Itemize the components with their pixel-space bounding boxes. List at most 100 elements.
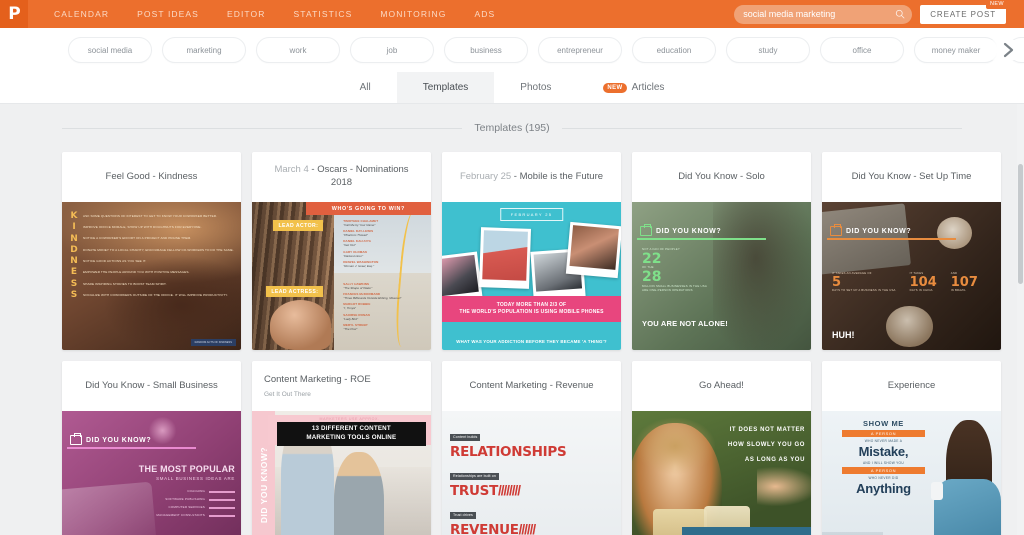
- polaroid-photo: [478, 227, 532, 289]
- card-thumbnail-oscars: WHO'S GOING TO WIN? LEAD ACTOR: LEAD ACT…: [252, 202, 431, 350]
- divider-right: [561, 127, 963, 129]
- create-post-label: CREATE POST: [930, 9, 996, 19]
- roe-side-text: DID YOU KNOW?: [258, 446, 269, 524]
- nominee: SALLY HAWKINS "The Shape of Water": [343, 282, 401, 290]
- nominee-film: "I, Tonya": [343, 306, 356, 311]
- card-title: Did You Know - Small Business: [85, 379, 218, 391]
- oscars-actress-list: SALLY HAWKINS "The Shape of Water" FRANC…: [343, 282, 401, 333]
- card-title: March 4 - Oscars - Nominations 2018: [264, 164, 419, 190]
- template-card[interactable]: February 25 - Mobile is the Future FEBRU…: [442, 152, 621, 350]
- mobile-headline-line1: TODAY MORE THAN 2/3 OF: [496, 301, 567, 308]
- acrostic-text: EMPOWER THE PEOPLE AROUND YOU WITH POSIT…: [83, 270, 190, 275]
- stat-number: 28: [642, 269, 662, 286]
- card-title: Content Marketing - Revenue: [469, 379, 594, 391]
- stat-suffix: MILLION SMALL BUSINESSES IN THE USA ARE …: [642, 283, 707, 292]
- nav-item-calendar[interactable]: CALENDAR: [40, 9, 123, 19]
- nav-item-post-ideas[interactable]: POST IDEAS: [123, 9, 213, 19]
- scrollbar-thumb[interactable]: [1018, 164, 1023, 284]
- roe-band-top-text: MARKETERS USE APPROX.: [319, 417, 380, 421]
- card-header: March 4 - Oscars - Nominations 2018: [252, 152, 431, 202]
- template-card[interactable]: Did You Know - Set Up Time DID YOU KNOW?…: [822, 152, 1001, 350]
- template-card[interactable]: Feel Good - Kindness K ASK SOME QUESTION…: [62, 152, 241, 350]
- tag-chip-entrepreneur[interactable]: entrepreneur: [538, 37, 622, 63]
- tag-chip-track[interactable]: social media marketing work job business…: [14, 37, 1024, 63]
- tag-chip-social-media[interactable]: social media: [68, 37, 152, 63]
- template-card[interactable]: Did You Know - Solo DID YOU KNOW? NOT A …: [632, 152, 811, 350]
- template-card[interactable]: Experience SHOW ME A PERSON WHO NEVER MA…: [822, 361, 1001, 535]
- card-header: Content Marketing - Revenue: [442, 361, 621, 411]
- template-card[interactable]: Content Marketing - Revenue Content buil…: [442, 361, 621, 535]
- create-post-button[interactable]: CREATE POST NEW: [920, 0, 1008, 24]
- nav-item-statistics[interactable]: STATISTICS: [280, 9, 367, 19]
- acrostic-letter: I: [72, 222, 76, 233]
- tag-chip-work[interactable]: work: [256, 37, 340, 63]
- roe-headline-line2: MARKETING TOOLS ONLINE: [306, 433, 397, 441]
- template-card[interactable]: Go Ahead! IT DOES NOT MATTER HOW SLOWLY …: [632, 361, 811, 535]
- tab-photos[interactable]: Photos: [494, 72, 577, 103]
- stat-column: AND 107 IN BRAZIL: [951, 271, 978, 292]
- card-title: Did You Know - Solo: [678, 170, 765, 182]
- quote-highlight-2: A PERSON: [842, 466, 925, 474]
- acrostic-letter: S: [70, 278, 78, 289]
- nominee: FRANCES McDORMAND "Three Billboards Outs…: [343, 292, 401, 300]
- nav-item-editor[interactable]: EDITOR: [213, 9, 280, 19]
- nominee-film: "Get Out": [343, 243, 356, 248]
- vertical-scrollbar[interactable]: [1017, 104, 1024, 535]
- tab-all[interactable]: All: [334, 72, 397, 103]
- acrostic-row: E EMPOWER THE PEOPLE AROUND YOU WITH POS…: [70, 268, 235, 277]
- revenue-word: RELATIONSHIPS: [450, 444, 567, 460]
- tag-chip-job[interactable]: job: [350, 37, 434, 63]
- nav-item-monitoring[interactable]: MONITORING: [366, 9, 460, 19]
- oscars-banner-text: WHO'S GOING TO WIN?: [331, 205, 405, 212]
- create-post-new-badge: NEW: [985, 0, 1008, 9]
- header-underline: [637, 238, 766, 240]
- thumb-person-2: [334, 452, 385, 535]
- card-title: Experience: [887, 379, 936, 391]
- revenue-line: Trust drives REVENUE//////: [450, 503, 613, 535]
- thumb-bg-dot: [147, 416, 177, 444]
- app-logo[interactable]: P: [0, 0, 28, 28]
- template-card[interactable]: Content Marketing - ROE Get It Out There…: [252, 361, 431, 535]
- card-header: Feel Good - Kindness: [62, 152, 241, 202]
- template-card[interactable]: Did You Know - Small Business DID YOU KN…: [62, 361, 241, 535]
- nav-item-ads[interactable]: ADS: [460, 9, 509, 19]
- revenue-slashes: ////////: [498, 483, 521, 498]
- thumb-bg-hand: [757, 467, 811, 506]
- tag-chip-office[interactable]: office: [820, 37, 904, 63]
- card-title-date: February 25: [459, 170, 512, 182]
- oscars-lead-actor-label: LEAD ACTOR:: [273, 220, 324, 231]
- search-box[interactable]: [734, 4, 913, 24]
- chevron-right-icon[interactable]: [986, 40, 1018, 60]
- briefcase-icon: [830, 224, 842, 236]
- template-grid: Feel Good - Kindness K ASK SOME QUESTION…: [0, 152, 1024, 535]
- quote-big-2: Anything: [856, 480, 911, 496]
- mobile-headline-band: TODAY MORE THAN 2/3 OF THE WORLD'S POPUL…: [442, 296, 621, 322]
- go-ahead-band: DO NOT STOP: [682, 527, 811, 535]
- thumb-bg-desk: [62, 482, 159, 535]
- card-thumbnail-revenue: Content builds RELATIONSHIPS Relationshi…: [442, 411, 621, 535]
- quote-line-3: AND I WILL SHOW YOU: [863, 460, 904, 465]
- stat-number: 104: [909, 274, 937, 290]
- tag-chip-study[interactable]: study: [726, 37, 810, 63]
- acrostic-text: IMPROVE OFFICE MORALE, SHOW UP WITH DOUG…: [83, 225, 202, 230]
- oscars-actor-list: TIMOTHEE CHALAMET "Call Me by Your Name"…: [343, 219, 378, 270]
- tag-chip-education[interactable]: education: [632, 37, 716, 63]
- tab-articles[interactable]: NEW Articles: [577, 72, 690, 103]
- tab-templates[interactable]: Templates: [396, 72, 495, 103]
- did-you-know-header: DID YOU KNOW?: [70, 433, 151, 445]
- tag-chip-marketing[interactable]: marketing: [162, 37, 246, 63]
- primary-nav: CALENDAR POST IDEAS EDITOR STATISTICS MO…: [40, 9, 509, 19]
- nominee-film: "Lady Bird": [343, 316, 359, 321]
- nominee-film: "Phantom Thread": [343, 233, 368, 238]
- revenue-line: Content builds RELATIONSHIPS: [450, 425, 613, 461]
- quote-line-1: SHOW ME: [863, 419, 904, 428]
- template-card[interactable]: March 4 - Oscars - Nominations 2018 WHO'…: [252, 152, 431, 350]
- search-input[interactable]: [734, 4, 913, 24]
- thumb-bg-hand: [269, 299, 331, 350]
- search-icon[interactable]: [895, 9, 905, 19]
- tag-chip-business[interactable]: business: [444, 37, 528, 63]
- briefcase-icon: [70, 433, 82, 445]
- card-thumbnail-experience: SHOW ME A PERSON WHO NEVER MADE A Mistak…: [822, 411, 1001, 535]
- acrostic-row: K ASK SOME QUESTIONS OF INTEREST TO GET …: [70, 212, 235, 221]
- stat-column: IT TAKES AN AVERAGE OF 5 DAYS TO SET UP …: [832, 271, 896, 292]
